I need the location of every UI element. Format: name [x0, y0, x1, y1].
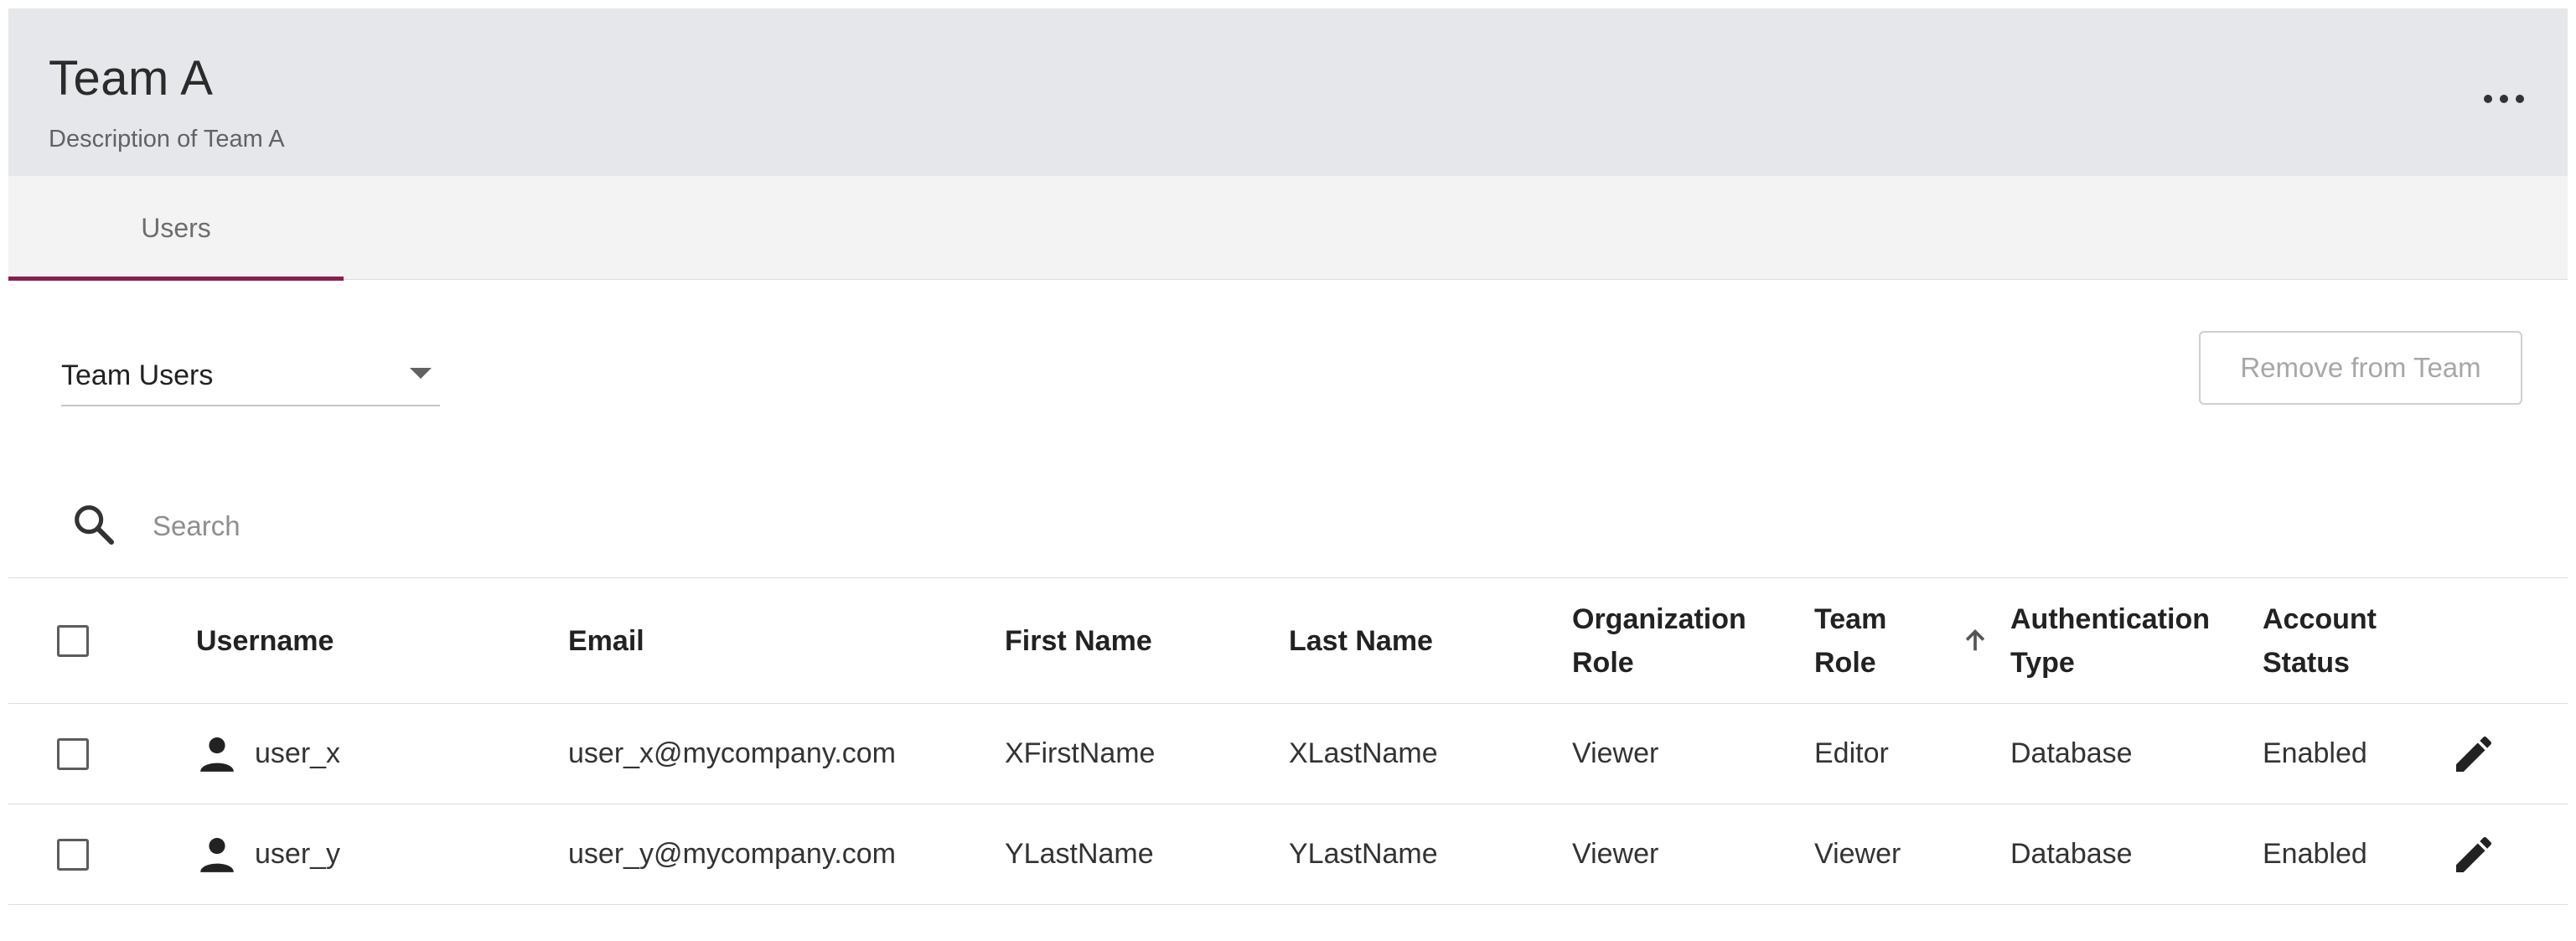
- table-header-row: Username Email First Name Last Name Orga…: [8, 578, 2568, 704]
- first-name-cell: YLastName: [1005, 838, 1154, 870]
- search-icon: [75, 505, 115, 545]
- dot: [2484, 95, 2492, 103]
- row-select-cell: [57, 804, 89, 904]
- team-role-cell: Viewer: [1814, 838, 1901, 870]
- authentication-type-cell: Database: [2010, 838, 2133, 870]
- team-role-cell: Editor: [1814, 737, 1889, 769]
- user-filter-value: Team Users: [61, 359, 214, 391]
- column-header-email[interactable]: Email: [568, 578, 644, 703]
- person-icon: [200, 837, 234, 872]
- person-icon: [200, 737, 234, 772]
- organization-role-cell: Viewer: [1572, 737, 1659, 769]
- column-header-team-role[interactable]: Team Role: [1814, 578, 1932, 703]
- email-cell: user_x@mycompany.com: [568, 737, 896, 769]
- team-page: Team A Description of Team A Users Team …: [8, 8, 2568, 941]
- dot: [2516, 95, 2524, 103]
- table-row[interactable]: user_x user_x@mycompany.com XFirstName X…: [8, 704, 2568, 804]
- user-filter-select[interactable]: Team Users: [61, 338, 440, 406]
- select-all-cell: [57, 578, 89, 703]
- edit-cell: [2450, 704, 2497, 804]
- dropdown-caret-icon: [410, 368, 432, 379]
- username-cell: user_y: [163, 804, 340, 904]
- last-name-cell: YLastName: [1289, 838, 1438, 870]
- username-text: user_y: [255, 838, 341, 870]
- dot: [2500, 95, 2508, 103]
- organization-role-cell: Viewer: [1572, 838, 1659, 870]
- column-header-username[interactable]: Username: [196, 578, 334, 703]
- column-header-authentication-type[interactable]: Authentication Type: [2010, 578, 2228, 703]
- select-all-checkbox[interactable]: [57, 624, 89, 657]
- column-header-organization-role[interactable]: Organization Role: [1572, 578, 1765, 703]
- search-input[interactable]: [151, 503, 1156, 550]
- more-options-icon[interactable]: [2484, 89, 2524, 109]
- arrow-up-icon[interactable]: [1961, 627, 1989, 655]
- team-header: Team A Description of Team A: [8, 8, 2568, 176]
- authentication-type-cell: Database: [2010, 737, 2133, 769]
- table-row[interactable]: user_y user_y@mycompany.com YLastName YL…: [8, 804, 2568, 905]
- row-checkbox[interactable]: [57, 838, 89, 871]
- username-text: user_x: [255, 737, 341, 769]
- first-name-cell: XFirstName: [1005, 737, 1156, 769]
- remove-from-team-button[interactable]: Remove from Team: [2199, 331, 2522, 405]
- username-cell: user_x: [163, 704, 340, 804]
- row-checkbox[interactable]: [57, 737, 89, 770]
- tab-users-label: Users: [141, 212, 211, 243]
- tab-users[interactable]: Users: [8, 176, 344, 281]
- column-header-first-name[interactable]: First Name: [1005, 578, 1152, 703]
- row-select-cell: [57, 704, 89, 804]
- users-table: Username Email First Name Last Name Orga…: [8, 578, 2568, 905]
- pencil-icon[interactable]: [2450, 731, 2497, 778]
- team-description: Description of Team A: [49, 126, 285, 153]
- last-name-cell: XLastName: [1289, 737, 1438, 769]
- email-cell: user_y@mycompany.com: [568, 838, 896, 870]
- pencil-icon[interactable]: [2450, 831, 2497, 878]
- tab-bar: Users: [8, 176, 2568, 281]
- column-header-last-name[interactable]: Last Name: [1289, 578, 1433, 703]
- page-title: Team A: [49, 51, 214, 106]
- account-status-cell: Enabled: [2263, 838, 2367, 870]
- edit-cell: [2450, 804, 2497, 904]
- active-tab-indicator: [8, 277, 344, 281]
- column-header-account-status[interactable]: Account Status: [2263, 578, 2405, 703]
- search-bar: [8, 486, 2568, 578]
- account-status-cell: Enabled: [2263, 737, 2367, 769]
